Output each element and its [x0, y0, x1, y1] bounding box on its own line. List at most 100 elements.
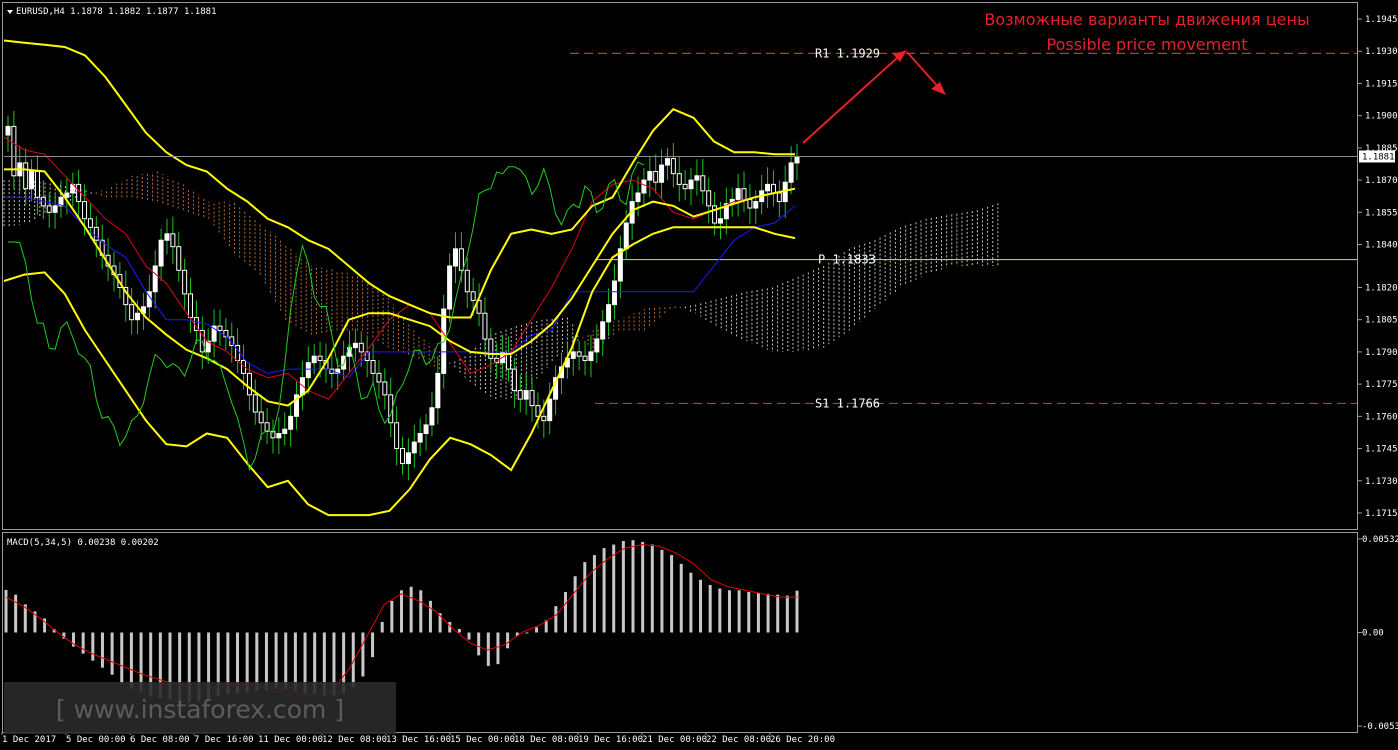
time-tick-label: 19 Dec 16:00	[578, 735, 643, 745]
time-tick-label: 5 Dec 00:00	[66, 735, 126, 745]
price-tick-label: 1.1715	[1365, 509, 1398, 519]
time-tick-label: 21 Dec 00:00	[642, 735, 707, 745]
candle-body	[700, 175, 706, 192]
macd-bar	[274, 632, 278, 689]
candle-body	[82, 201, 88, 220]
candle-body	[11, 125, 17, 177]
candle-body	[776, 192, 782, 203]
candle-body	[623, 222, 629, 250]
candle-body	[753, 201, 759, 209]
candle-body	[706, 190, 712, 207]
candle-body	[435, 372, 441, 409]
candle-body	[659, 164, 665, 183]
macd-bar	[641, 541, 645, 633]
candle-body	[34, 171, 40, 198]
macd-bar	[727, 590, 731, 633]
macd-bar	[747, 592, 751, 633]
macd-bar	[737, 590, 741, 633]
candle-body	[712, 205, 718, 224]
candle-body	[188, 293, 194, 319]
symbol-header: EURUSD,H4 1.1878 1.1882 1.1877 1.1881	[16, 7, 216, 17]
macd-bar	[506, 632, 510, 649]
annotation-ru: Возможные варианты движения цены	[984, 10, 1309, 29]
candle-body	[352, 342, 358, 349]
macd-bar	[699, 579, 703, 633]
macd-bar	[457, 628, 461, 633]
macd-tick-label: -0.00532	[1362, 722, 1398, 732]
candle-body	[788, 162, 794, 183]
time-tick-label: 1 Dec 2017	[2, 735, 56, 745]
macd-bar	[91, 632, 95, 661]
macd-bar	[573, 576, 577, 633]
macd-bar	[708, 585, 712, 633]
macd-bar	[361, 632, 365, 677]
macd-bar	[621, 541, 625, 633]
candle-body	[135, 312, 141, 321]
candle-body	[770, 183, 776, 194]
time-tick-label: 7 Dec 16:00	[194, 735, 254, 745]
time-tick-label: 26 Dec 20:00	[770, 735, 835, 745]
candle-body	[317, 355, 323, 361]
macd-bar	[255, 632, 259, 691]
candle-body	[76, 183, 82, 203]
candle-body	[417, 433, 423, 443]
candle-body	[447, 265, 453, 310]
candle-body	[170, 233, 176, 248]
level-label-s1: S1 1.1766	[815, 396, 880, 410]
macd-bar	[776, 594, 780, 633]
macd-bar	[100, 632, 104, 668]
candle-body	[606, 304, 612, 323]
macd-bar	[81, 632, 85, 654]
level-label-pivot: P 1.1833	[818, 253, 876, 267]
candle-body	[664, 158, 670, 166]
macd-bar	[670, 555, 674, 633]
candle-body	[717, 218, 723, 224]
price-tick-label: 1.1745	[1365, 445, 1398, 455]
candle-body	[358, 342, 364, 353]
macd-bar	[129, 632, 133, 689]
candle-body	[600, 321, 606, 340]
chart-canvas: R1 1.1929 P 1.1833 S1 1.1766 1.1945 1.1930 1…	[0, 0, 1398, 750]
candle-body	[423, 424, 429, 435]
candle-body	[635, 192, 641, 203]
macd-tick-label: 0.00532	[1362, 535, 1398, 545]
macd-bar	[293, 632, 297, 691]
candle-body	[641, 179, 647, 194]
price-tick-label: 1.1805	[1365, 316, 1398, 326]
candle-body	[252, 394, 258, 413]
macd-bar	[467, 632, 471, 640]
candle-body	[582, 355, 588, 361]
time-tick-label: 6 Dec 08:00	[130, 735, 190, 745]
time-tick-label: 22 Dec 08:00	[706, 735, 771, 745]
candle-body	[164, 233, 170, 241]
macd-tick-label: 0.00	[1362, 629, 1384, 639]
candle-body	[176, 246, 182, 271]
price-tick-label: 1.1855	[1365, 208, 1398, 218]
price-tick-label: 1.1870	[1365, 176, 1398, 186]
price-tick-label: 1.1790	[1365, 348, 1398, 358]
candle-body	[370, 359, 376, 374]
price-tick-label: 1.1915	[1365, 79, 1398, 89]
candle-body	[405, 452, 411, 465]
macd-bar	[592, 555, 596, 633]
candle-body	[647, 171, 653, 181]
watermark-text: [ www.instaforex.com ]	[56, 695, 344, 724]
candle-body	[182, 269, 188, 295]
macd-bar	[4, 589, 8, 633]
candle-body	[529, 390, 535, 407]
time-tick-label: 11 Dec 00:00	[258, 735, 323, 745]
candle-body	[29, 171, 35, 190]
candle-body	[794, 155, 800, 164]
macd-bar	[650, 544, 654, 633]
candle-body	[411, 441, 417, 454]
candle-body	[152, 265, 158, 293]
candle-body	[376, 372, 382, 383]
annotation-en: Possible price movement	[1047, 35, 1248, 54]
candle-body	[217, 325, 223, 331]
macd-bar	[428, 600, 432, 633]
candle-body	[688, 179, 694, 190]
candle-body	[87, 218, 93, 228]
macd-bar	[14, 594, 18, 633]
candle-body	[694, 175, 700, 181]
macd-bar	[380, 621, 384, 633]
